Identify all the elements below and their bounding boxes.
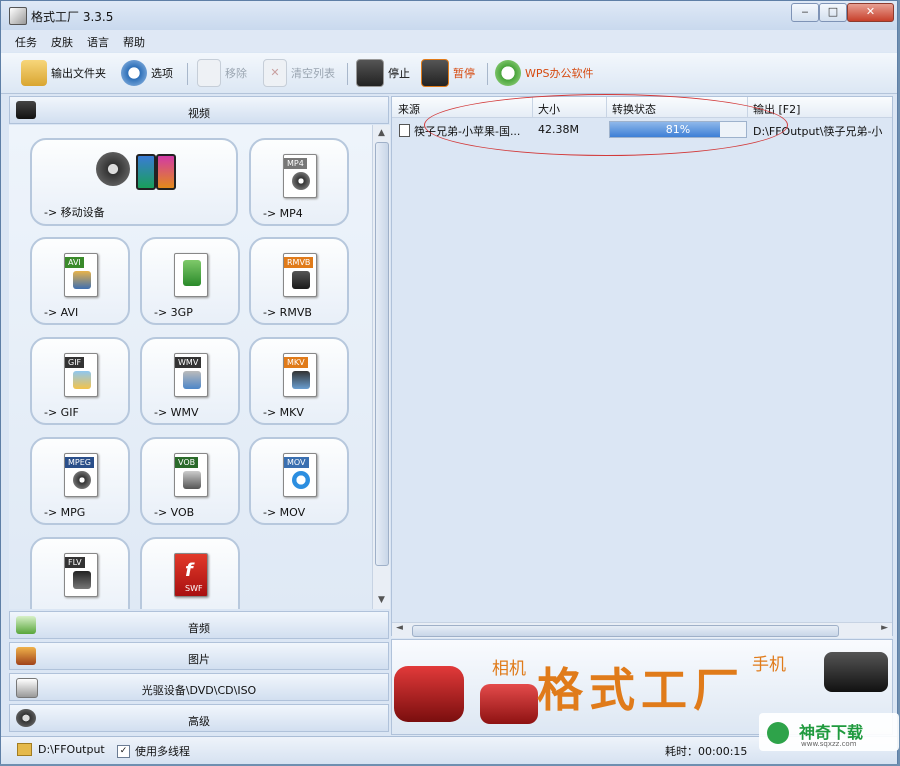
vob-file-icon: VOB (174, 453, 208, 497)
mobile-devices-icon (96, 152, 130, 186)
tile-flv[interactable]: FLV (30, 537, 130, 609)
checkbox-icon: ✓ (117, 744, 130, 758)
banner-camera-word: 相机 (492, 659, 526, 679)
mov-file-icon: MOV (283, 453, 317, 497)
menu-language[interactable]: 语言 (87, 34, 109, 50)
tile-mobile-device[interactable]: -> 移动设备 (30, 138, 238, 226)
category-rom-device[interactable]: 光驱设备\DVD\CD\ISO (9, 673, 389, 701)
scroll-up-arrow-icon[interactable]: ▲ (373, 125, 390, 142)
minimize-button[interactable]: ‒ (791, 3, 819, 22)
column-source[interactable]: 来源 (398, 101, 420, 117)
tile-vob[interactable]: VOB -> VOB (140, 437, 240, 525)
phone-icon (136, 154, 156, 190)
output-folder-button[interactable]: 输出文件夹 (21, 59, 106, 87)
watermark: 神奇下载 www.sqxzz.com (759, 713, 899, 751)
scroll-right-arrow-icon[interactable]: ► (881, 623, 888, 633)
scroll-thumb[interactable] (375, 142, 389, 566)
tile-gif[interactable]: GIF -> GIF (30, 337, 130, 425)
mkv-file-icon: MKV (283, 353, 317, 397)
banner-title: 格式工厂 (537, 663, 745, 717)
camera-icon (480, 684, 538, 724)
clear-icon: ✕ (263, 59, 287, 87)
mp4-file-icon: MP4 (283, 154, 317, 198)
phone-icon (156, 154, 176, 190)
app-icon (9, 7, 27, 25)
folder-icon (21, 60, 47, 86)
toolbar-separator (347, 63, 348, 85)
gif-file-icon: GIF (64, 353, 98, 397)
3gp-file-icon (174, 253, 208, 297)
tile-avi[interactable]: AVI -> AVI (30, 237, 130, 325)
tile-mov[interactable]: MOV -> MOV (249, 437, 349, 525)
tile-rmvb[interactable]: RMVB -> RMVB (249, 237, 349, 325)
wps-icon (495, 60, 521, 86)
toolbar-separator (487, 63, 488, 85)
category-video[interactable]: 视频 (9, 96, 389, 124)
file-icon (399, 124, 410, 137)
tile-3gp[interactable]: -> 3GP (140, 237, 240, 325)
task-list: 来源 大小 转换状态 输出 [F2] 筷子兄弟-小苹果-国... 42.38M … (391, 96, 893, 638)
pause-icon (421, 59, 449, 87)
tile-wmv[interactable]: WMV -> WMV (140, 337, 240, 425)
tile-swf[interactable]: SWF f (140, 537, 240, 609)
stop-button[interactable]: 停止 (356, 59, 410, 87)
menu-task[interactable]: 任务 (15, 34, 37, 50)
output-folder-status[interactable]: D:\FFOutput (17, 743, 105, 756)
tile-mp4[interactable]: MP4 -> MP4 (249, 138, 349, 226)
multithread-checkbox[interactable]: ✓ 使用多线程 (117, 743, 190, 759)
format-grid-scrollbar[interactable]: ▲ ▼ (372, 125, 390, 609)
camcorder-icon (394, 666, 464, 722)
wps-office-button[interactable]: WPS办公软件 (495, 59, 594, 87)
watermark-logo-icon (767, 722, 789, 744)
menu-help[interactable]: 帮助 (123, 34, 145, 50)
phone-icon (824, 652, 888, 692)
close-button[interactable]: ✕ (847, 3, 894, 22)
rmvb-file-icon: RMVB (283, 253, 317, 297)
toolbar: 输出文件夹 选项 移除 ✕ 清空列表 停止 暂停 WPS办公软件 (1, 53, 897, 94)
format-grid: -> 移动设备 MP4 -> MP4 AVI -> AVI -> 3GP RMV… (9, 125, 372, 609)
category-audio[interactable]: 音频 (9, 611, 389, 639)
task-list-hscrollbar[interactable]: ◄ ► (392, 622, 892, 638)
elapsed-time: 耗时：00:00:15 (665, 745, 748, 758)
annotation-ellipse (424, 94, 788, 156)
mpeg-file-icon: MPEG (64, 453, 98, 497)
stop-icon (356, 59, 384, 87)
app-window: 格式工厂 3.3.5 ‒ □ ✕ 任务 皮肤 语言 帮助 输出文件夹 选项 移除 ✕ … (0, 0, 899, 764)
wmv-file-icon: WMV (174, 353, 208, 397)
remove-icon (197, 59, 221, 87)
category-picture[interactable]: 图片 (9, 642, 389, 670)
window-title: 格式工厂 3.3.5 (31, 10, 114, 24)
category-advanced[interactable]: 高级 (9, 704, 389, 732)
gear-icon (121, 60, 147, 86)
scroll-down-arrow-icon[interactable]: ▼ (373, 592, 390, 609)
flv-file-icon: FLV (64, 553, 98, 597)
hscroll-thumb[interactable] (412, 625, 839, 637)
title-bar: 格式工厂 3.3.5 ‒ □ ✕ (1, 1, 897, 30)
swf-file-icon: SWF f (174, 553, 208, 597)
menu-bar: 任务 皮肤 语言 帮助 (1, 30, 897, 52)
toolbar-separator (187, 63, 188, 85)
remove-button[interactable]: 移除 (197, 59, 247, 87)
scroll-left-arrow-icon[interactable]: ◄ (396, 623, 403, 633)
options-button[interactable]: 选项 (121, 59, 173, 87)
maximize-button[interactable]: □ (819, 3, 847, 22)
tile-mkv[interactable]: MKV -> MKV (249, 337, 349, 425)
avi-file-icon: AVI (64, 253, 98, 297)
pause-button[interactable]: 暂停 (421, 59, 475, 87)
tile-mpg[interactable]: MPEG -> MPG (30, 437, 130, 525)
banner-phone-word: 手机 (752, 655, 786, 675)
folder-icon (17, 743, 32, 756)
clear-list-button[interactable]: ✕ 清空列表 (263, 59, 335, 87)
conversion-panel: 视频 -> 移动设备 MP4 -> MP4 AVI -> AVI -> 3GP (9, 96, 390, 734)
menu-skin[interactable]: 皮肤 (51, 34, 73, 50)
